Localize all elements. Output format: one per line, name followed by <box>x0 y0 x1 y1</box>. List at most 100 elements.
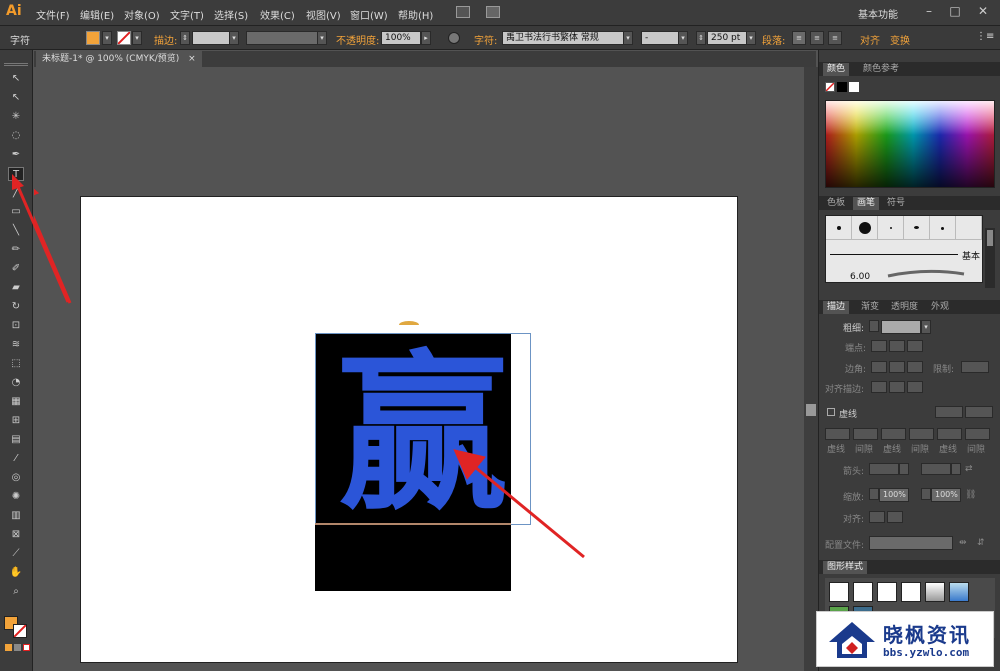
dashed-checkbox[interactable] <box>827 408 835 416</box>
style-gray-gradient[interactable] <box>925 582 945 602</box>
start-scale-field[interactable]: 100% <box>879 488 909 502</box>
color-spectrum[interactable] <box>825 100 995 188</box>
menu-type[interactable]: 文字(T) <box>170 7 204 22</box>
menu-edit[interactable]: 编辑(E) <box>80 7 114 22</box>
pen-tool-icon[interactable]: ✒ <box>8 148 24 162</box>
stroke-swatch[interactable] <box>117 31 131 45</box>
round-join-button[interactable] <box>889 361 905 373</box>
dash-field[interactable] <box>825 428 850 440</box>
none-swatch[interactable] <box>825 82 835 92</box>
character-label[interactable]: 字符: <box>474 32 497 47</box>
close-tab-icon[interactable]: × <box>188 54 196 64</box>
end-arrowhead-dropdown[interactable] <box>951 463 961 475</box>
align-left-button[interactable]: ≡ <box>792 31 806 45</box>
opacity-dropdown[interactable]: ▸ <box>421 31 431 45</box>
limit-field[interactable] <box>961 361 989 373</box>
miter-join-button[interactable] <box>871 361 887 373</box>
black-swatch[interactable] <box>837 82 847 92</box>
brush-preset[interactable] <box>956 216 982 240</box>
font-variant-dropdown[interactable]: ▾ <box>678 31 688 45</box>
style-outline[interactable] <box>901 582 921 602</box>
white-swatch[interactable] <box>849 82 859 92</box>
brush-preset[interactable] <box>878 216 904 240</box>
dash-field[interactable] <box>937 428 962 440</box>
gradient-mode-icon[interactable] <box>14 644 21 651</box>
width-tool-icon[interactable]: ≋ <box>8 338 24 352</box>
paragraph-label[interactable]: 段落: <box>762 32 785 47</box>
align-right-button[interactable]: ≡ <box>828 31 842 45</box>
tab-swatches[interactable]: 色板 <box>823 197 849 210</box>
stroke-weight-dropdown[interactable]: ▾ <box>229 31 239 45</box>
start-scale-stepper[interactable] <box>869 488 879 500</box>
canvas-area[interactable]: 赢 <box>34 67 804 671</box>
style-none[interactable] <box>853 582 873 602</box>
direct-selection-tool-icon[interactable]: ↖ <box>8 91 24 105</box>
dash-field[interactable] <box>881 428 906 440</box>
document-tab[interactable]: 未标题-1* @ 100% (CMYK/预览) × <box>36 51 202 67</box>
shape-builder-tool-icon[interactable]: ◔ <box>8 376 24 390</box>
preserve-dash-button[interactable] <box>935 406 963 418</box>
align-center-button[interactable]: ≡ <box>810 31 824 45</box>
tab-appearance[interactable]: 外观 <box>927 301 953 314</box>
symbol-sprayer-tool-icon[interactable]: ✺ <box>8 490 24 504</box>
tab-color[interactable]: 颜色 <box>823 63 850 76</box>
menu-select[interactable]: 选择(S) <box>214 7 248 22</box>
menu-file[interactable]: 文件(F) <box>36 7 70 22</box>
link-scale-icon[interactable]: ⛓ <box>965 490 976 500</box>
tab-brushes[interactable]: 画笔 <box>853 197 880 210</box>
gap-field[interactable] <box>965 428 990 440</box>
scroll-thumb[interactable] <box>806 404 816 416</box>
end-arrowhead-select[interactable] <box>921 463 951 475</box>
align-dash-button[interactable] <box>965 406 993 418</box>
arrange-documents-icon[interactable] <box>486 6 500 18</box>
font-size-field[interactable]: 250 pt <box>707 31 747 45</box>
fill-swatch[interactable] <box>86 31 100 45</box>
bridge-icon[interactable] <box>456 6 470 18</box>
stroke-weight-stepper[interactable]: ⇕ <box>180 31 190 45</box>
column-graph-tool-icon[interactable]: ▥ <box>8 509 24 523</box>
tab-gradient[interactable]: 渐变 <box>857 301 883 314</box>
arrow-inside-button[interactable] <box>887 511 903 523</box>
brush-library[interactable]: 基本 6.00 <box>825 215 983 283</box>
style-white[interactable] <box>877 582 897 602</box>
menu-object[interactable]: 对象(O) <box>124 7 160 22</box>
gap-field[interactable] <box>909 428 934 440</box>
align-inside-stroke-button[interactable] <box>889 381 905 393</box>
brush-preset[interactable] <box>826 216 852 240</box>
perspective-grid-tool-icon[interactable]: ▦ <box>8 395 24 409</box>
weight-dropdown[interactable]: ▾ <box>921 320 931 334</box>
arrow-extend-button[interactable] <box>869 511 885 523</box>
brush-preset[interactable] <box>930 216 956 240</box>
stroke-color-swatch[interactable] <box>13 624 27 638</box>
font-size-stepper[interactable]: ⇕ <box>696 31 706 45</box>
blend-tool-icon[interactable]: ◎ <box>8 471 24 485</box>
swap-arrowheads-icon[interactable]: ⇄ <box>965 464 973 474</box>
stroke-weight-field[interactable] <box>192 31 230 45</box>
butt-cap-button[interactable] <box>871 340 887 352</box>
hand-tool-icon[interactable]: ✋ <box>8 566 24 580</box>
font-size-dropdown[interactable]: ▾ <box>746 31 756 45</box>
vertical-scrollbar[interactable] <box>804 67 818 671</box>
end-scale-field[interactable]: 100% <box>931 488 961 502</box>
start-arrowhead-select[interactable] <box>869 463 899 475</box>
menu-window[interactable]: 窗口(W) <box>350 7 388 22</box>
weight-field[interactable] <box>881 320 921 334</box>
lasso-tool-icon[interactable]: ◌ <box>8 129 24 143</box>
close-button[interactable]: ✕ <box>972 2 994 20</box>
transform-label[interactable]: 变换 <box>890 32 910 47</box>
style-blue-gradient[interactable] <box>949 582 969 602</box>
tab-graphic-styles[interactable]: 图形样式 <box>823 561 868 574</box>
brush-preset[interactable] <box>852 216 878 240</box>
recolor-icon[interactable] <box>448 32 460 44</box>
flip-along-icon[interactable]: ⇹ <box>959 538 967 548</box>
free-transform-tool-icon[interactable]: ⬚ <box>8 357 24 371</box>
square-cap-button[interactable] <box>907 340 923 352</box>
start-arrowhead-dropdown[interactable] <box>899 463 909 475</box>
gap-field[interactable] <box>853 428 878 440</box>
font-variant-select[interactable]: - <box>641 31 679 45</box>
maximize-button[interactable]: □ <box>944 2 966 20</box>
selection-tool-icon[interactable]: ↖ <box>8 72 24 86</box>
align-label[interactable]: 对齐 <box>860 32 880 47</box>
fill-dropdown[interactable]: ▾ <box>102 31 112 45</box>
profile-dropdown[interactable]: ▾ <box>317 31 327 45</box>
